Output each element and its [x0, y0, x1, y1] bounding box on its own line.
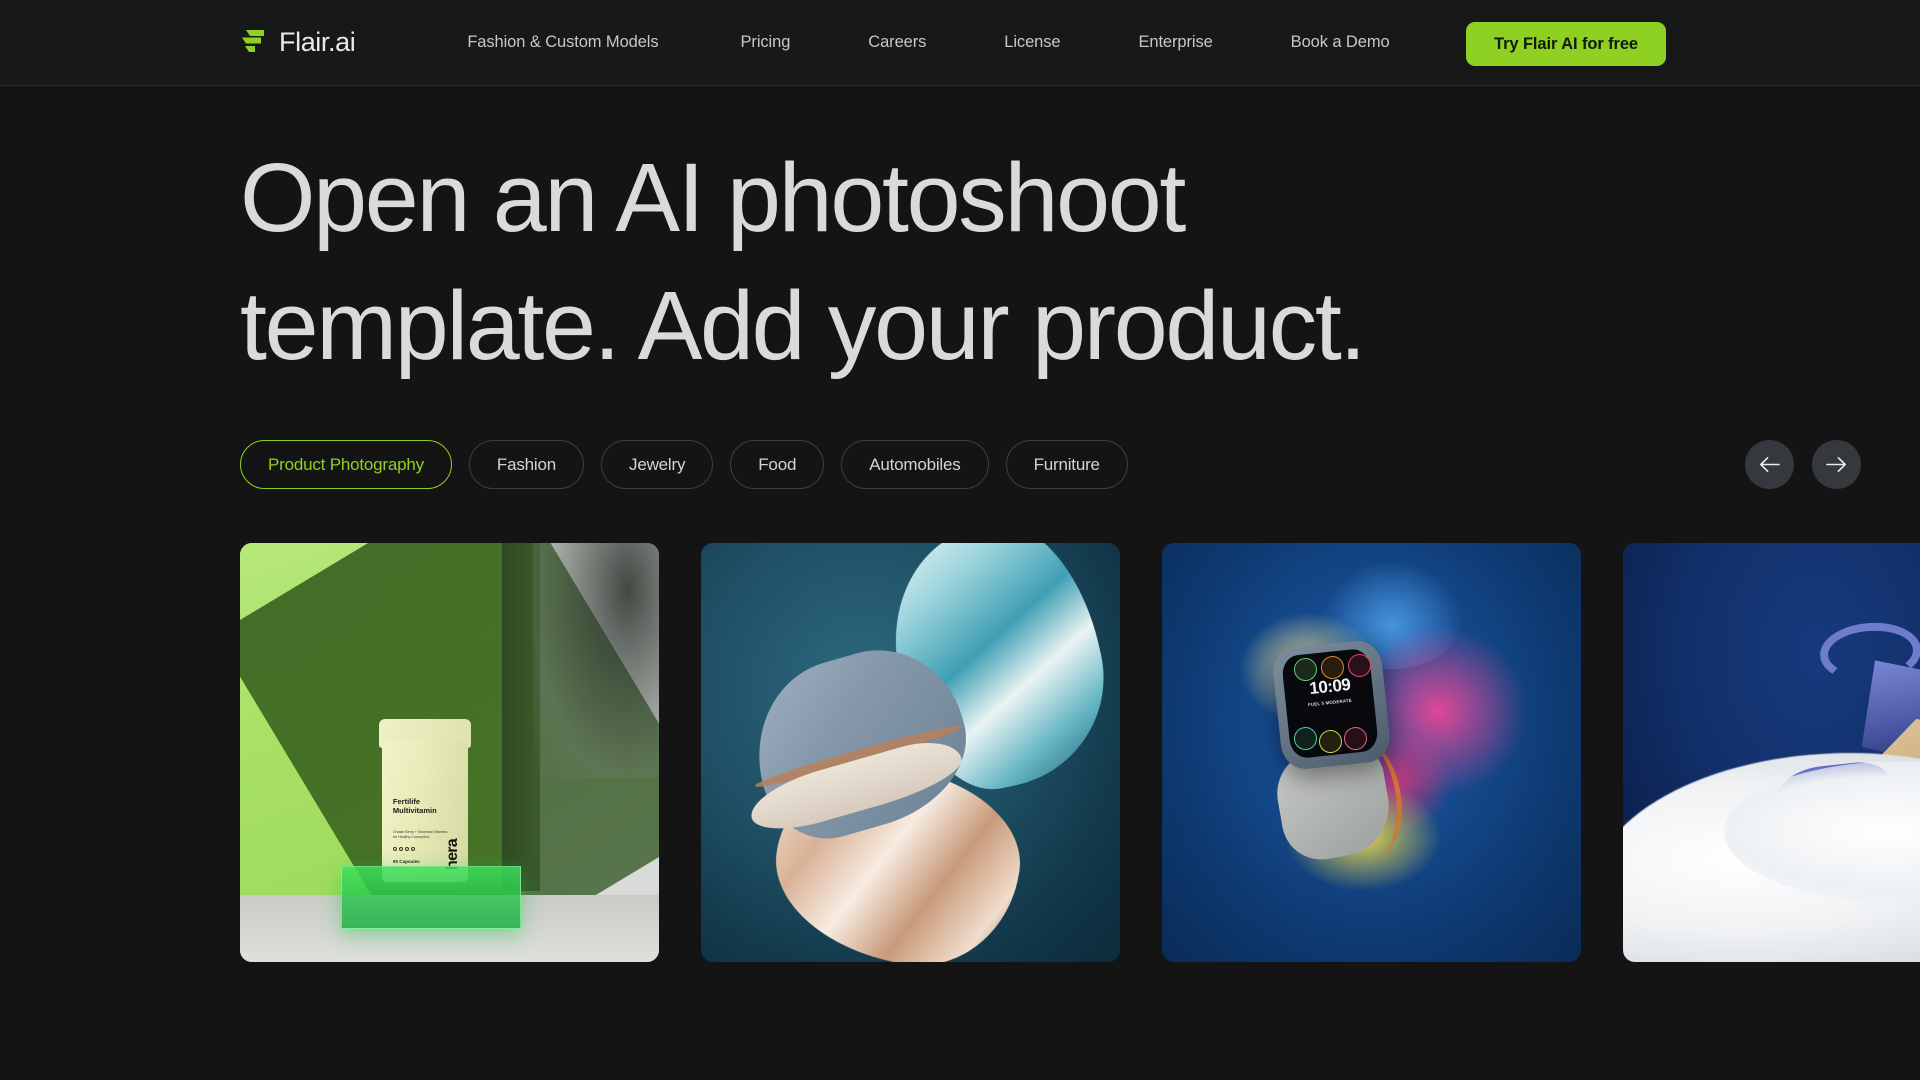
filter-pill-furniture[interactable]: Furniture	[1005, 440, 1128, 490]
product-label-subtitle: Chaste Berry + Essential Vitamins for He…	[392, 830, 448, 840]
brand-name: Flair.ai	[279, 27, 356, 57]
nav-item-careers[interactable]: Careers	[829, 33, 965, 52]
arrow-left-icon	[1759, 456, 1780, 473]
brand-logo[interactable]: Flair.ai	[240, 27, 356, 58]
product-label-icons	[392, 847, 415, 852]
main-navigation: Fashion & Custom Models Pricing Careers …	[453, 33, 1428, 52]
filter-pill-jewelry[interactable]: Jewelry	[601, 440, 714, 490]
product-label-title: Fertilife Multivitamin	[392, 797, 437, 816]
card-image-vitamin-bottle: Fertilife Multivitamin Chaste Berry + Es…	[240, 543, 659, 963]
nav-item-pricing[interactable]: Pricing	[702, 33, 830, 52]
nav-item-book-a-demo[interactable]: Book a Demo	[1252, 33, 1429, 52]
template-card-vitamin-bottle[interactable]: Fertilife Multivitamin Chaste Berry + Es…	[240, 543, 659, 963]
card-image-smart-watch: 10:09 FUEL 5 MODERATE	[1162, 543, 1581, 963]
nav-item-license[interactable]: License	[965, 33, 1099, 52]
arrow-right-icon	[1826, 456, 1847, 473]
card-image-wedge-sandal	[1623, 543, 1920, 963]
template-card-smart-watch[interactable]: 10:09 FUEL 5 MODERATE	[1162, 543, 1581, 963]
template-card-wedge-sandal[interactable]	[1623, 543, 1920, 963]
filter-pill-food[interactable]: Food	[730, 440, 825, 490]
page-title: Open an AI photoshoot template. Add your…	[240, 143, 1366, 381]
filter-pill-product-photography[interactable]: Product Photography	[240, 440, 452, 490]
filter-pill-fashion[interactable]: Fashion	[468, 440, 585, 490]
template-card-suede-shoe[interactable]	[701, 543, 1120, 963]
nav-item-fashion-custom-models[interactable]: Fashion & Custom Models	[453, 33, 701, 52]
carousel-next-button[interactable]	[1812, 440, 1861, 490]
carousel-prev-button[interactable]	[1745, 440, 1794, 490]
nav-item-enterprise[interactable]: Enterprise	[1099, 33, 1251, 52]
hero-section: Open an AI photoshoot template. Add your…	[0, 134, 1920, 963]
site-header: Flair.ai Fashion & Custom Models Pricing…	[0, 0, 1920, 86]
product-capsule-count: 90 Capsules	[392, 858, 420, 864]
try-flair-ai-free-button[interactable]: Try Flair AI for free	[1466, 22, 1666, 66]
carousel-controls	[1745, 440, 1861, 490]
flair-logo-icon	[240, 28, 266, 58]
card-image-suede-shoe	[701, 543, 1120, 963]
category-filter-bar: Product Photography Fashion Jewelry Food…	[240, 440, 1920, 490]
filter-pill-automobiles[interactable]: Automobiles	[841, 440, 989, 490]
template-gallery: Fertilife Multivitamin Chaste Berry + Es…	[240, 543, 1920, 963]
